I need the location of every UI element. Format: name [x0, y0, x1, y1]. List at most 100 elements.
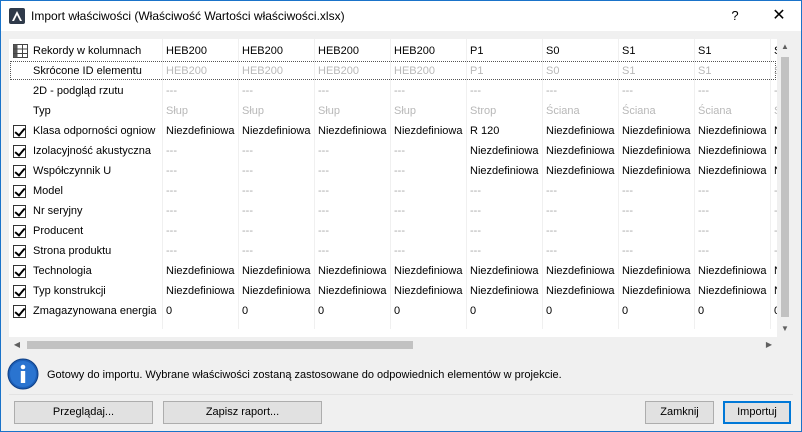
table-cell[interactable]: Niezdefiniowa	[467, 141, 543, 161]
table-cell[interactable]: ---	[391, 221, 467, 241]
table-cell[interactable]: Niezdefiniowa	[239, 261, 315, 281]
table-cell[interactable]: Niezdefiniowa	[619, 141, 695, 161]
table-cell[interactable]: 0	[163, 301, 239, 321]
table-cell[interactable]: Niezdefiniowa	[543, 161, 619, 181]
table-cell[interactable]: ---	[619, 181, 695, 201]
table-cell[interactable]: ---	[239, 181, 315, 201]
table-cell[interactable]: Niezdefiniowa	[695, 141, 771, 161]
table-cell[interactable]: ---	[695, 221, 771, 241]
table-cell[interactable]: ---	[695, 81, 771, 101]
scroll-right-icon[interactable]: ▶	[761, 337, 777, 353]
table-row[interactable]: Producent-------------------------	[9, 221, 777, 241]
table-cell[interactable]: S1	[695, 61, 771, 81]
table-cell[interactable]: ---	[467, 201, 543, 221]
table-cell[interactable]: ---	[315, 201, 391, 221]
table-cell[interactable]: ---	[239, 141, 315, 161]
table-cell[interactable]: Niezdefiniowa	[315, 281, 391, 301]
table-cell[interactable]: HEB200	[163, 61, 239, 81]
table-cell[interactable]: ---	[239, 201, 315, 221]
row-checkbox[interactable]	[13, 125, 26, 138]
table-row[interactable]: Współczynnik U --- --- --- --- Niezdefiniowa N…	[9, 161, 777, 181]
table-cell[interactable]: Niezdefiniowa	[163, 261, 239, 281]
table-cell[interactable]: Niezdefiniowa	[239, 281, 315, 301]
table-cell[interactable]: ---	[543, 201, 619, 221]
table-cell[interactable]: Niezdefiniowa	[391, 281, 467, 301]
table-cell[interactable]: P1	[467, 61, 543, 81]
table-cell[interactable]: ---	[543, 81, 619, 101]
records-in-columns-header[interactable]: Rekordy w kolumnach	[9, 41, 163, 61]
table-cell[interactable]: ---	[619, 81, 695, 101]
table-row[interactable]: Strona produktu-------------------------	[9, 241, 777, 261]
table-cell[interactable]: ---	[239, 81, 315, 101]
table-cell[interactable]: 0	[315, 301, 391, 321]
table-cell[interactable]: ---	[239, 221, 315, 241]
table-cell[interactable]: Niezdefiniowa	[695, 161, 771, 181]
table-cell[interactable]: HEB200	[239, 61, 315, 81]
table-cell[interactable]: ---	[467, 221, 543, 241]
table-cell[interactable]: HEB200	[315, 61, 391, 81]
table-cell[interactable]: Słup	[315, 101, 391, 121]
table-cell[interactable]: Ściana	[695, 101, 771, 121]
table-row[interactable]: Nr seryjny-------------------------	[9, 201, 777, 221]
table-cell[interactable]: Niezdefiniowa	[619, 121, 695, 141]
vertical-scrollbar[interactable]: ▲ ▼	[777, 39, 793, 337]
table-row[interactable]: Klasa odporności ogniow Niezdefiniowa Niez…	[9, 121, 777, 141]
table-cell[interactable]: ---	[467, 81, 543, 101]
table-cell[interactable]: ---	[619, 201, 695, 221]
table-cell[interactable]: Niezdefiniowa	[467, 281, 543, 301]
import-button[interactable]: Importuj	[723, 401, 791, 424]
row-checkbox[interactable]	[13, 225, 26, 238]
table-cell[interactable]: ---	[695, 241, 771, 261]
table-cell[interactable]: 0	[391, 301, 467, 321]
row-checkbox[interactable]	[13, 205, 26, 218]
table-cell[interactable]: 0	[239, 301, 315, 321]
scroll-down-icon[interactable]: ▼	[777, 321, 793, 337]
table-cell[interactable]: 0	[467, 301, 543, 321]
table-cell[interactable]: Niezdefiniowa	[467, 161, 543, 181]
table-cell[interactable]: Niezdefiniowa	[391, 121, 467, 141]
table-cell[interactable]: Niezdefiniowa	[695, 281, 771, 301]
table-cell[interactable]: ---	[163, 201, 239, 221]
table-row[interactable]: Izolacyjność akustyczna --- --- --- --- Niezd…	[9, 141, 777, 161]
table-cell[interactable]: ---	[315, 161, 391, 181]
table-cell[interactable]: ---	[163, 161, 239, 181]
scroll-up-icon[interactable]: ▲	[777, 39, 793, 55]
table-cell[interactable]: ---	[163, 141, 239, 161]
table-cell[interactable]: Niezdefiniowa	[239, 121, 315, 141]
table-cell[interactable]: ---	[315, 141, 391, 161]
table-cell[interactable]: 0	[619, 301, 695, 321]
table-row[interactable]: Model-------------------------	[9, 181, 777, 201]
table-cell[interactable]: Ściana	[619, 101, 695, 121]
table-cell[interactable]: HEB200	[391, 61, 467, 81]
table-cell[interactable]: ---	[543, 181, 619, 201]
table-cell[interactable]: Niezdefiniowa	[619, 281, 695, 301]
table-cell[interactable]: ---	[391, 141, 467, 161]
table-cell[interactable]: ---	[239, 161, 315, 181]
table-cell[interactable]: Niezdefiniowa	[543, 121, 619, 141]
table-row[interactable]: Typ konstrukcji Niezdefiniowa Niezdefiniow…	[9, 281, 777, 301]
row-checkbox[interactable]	[13, 305, 26, 318]
table-cell[interactable]: Niezdefiniowa	[315, 261, 391, 281]
table-cell[interactable]: ---	[315, 81, 391, 101]
table-row[interactable]: Skrócone ID elementu HEB200 HEB200 HEB200 HE…	[9, 61, 777, 81]
table-row[interactable]: Typ Słup Słup Słup Słup Strop Ściana Ściana Ścia…	[9, 101, 777, 121]
table-cell[interactable]: ---	[619, 221, 695, 241]
vertical-scroll-thumb[interactable]	[781, 57, 789, 317]
save-report-button[interactable]: Zapisz raport...	[163, 401, 322, 424]
table-cell[interactable]: Niezdefiniowa	[619, 161, 695, 181]
table-cell[interactable]: Niezdefiniowa	[695, 121, 771, 141]
table-cell[interactable]: ---	[467, 241, 543, 261]
close-window-button[interactable]: ✕	[757, 1, 801, 31]
table-cell[interactable]: Niezdefiniowa	[391, 261, 467, 281]
table-row[interactable]: 2D - podgląd rzutu --- --- --- --- --- --- --- -…	[9, 81, 777, 101]
row-checkbox[interactable]	[13, 285, 26, 298]
table-cell[interactable]: ---	[315, 181, 391, 201]
table-cell[interactable]: ---	[391, 241, 467, 261]
row-checkbox[interactable]	[13, 245, 26, 258]
table-cell[interactable]: ---	[695, 201, 771, 221]
table-cell[interactable]: 0	[695, 301, 771, 321]
table-cell[interactable]: Ściana	[543, 101, 619, 121]
close-button[interactable]: Zamknij	[645, 401, 714, 424]
table-cell[interactable]: ---	[163, 241, 239, 261]
table-cell[interactable]: Słup	[239, 101, 315, 121]
